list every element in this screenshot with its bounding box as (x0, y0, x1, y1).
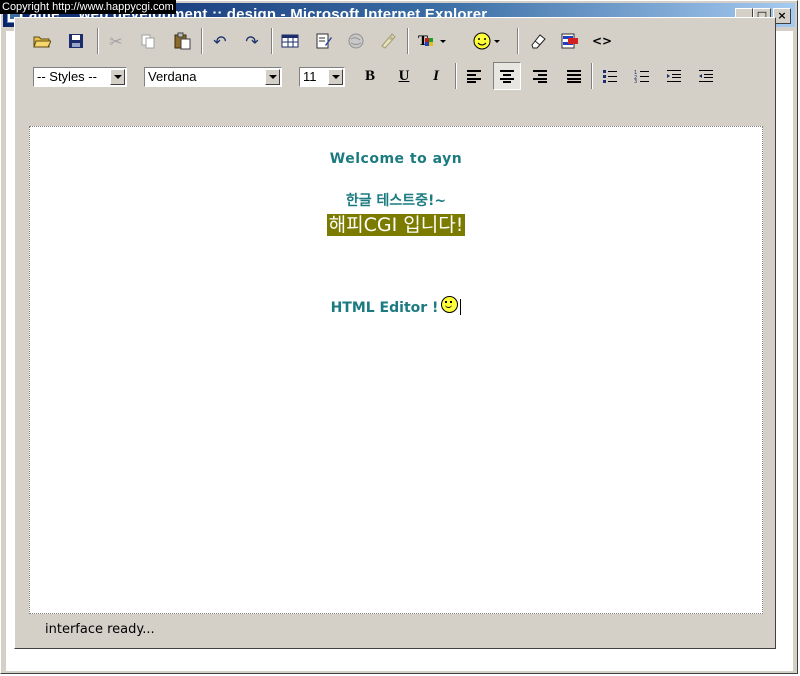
status-bar: interface ready... (29, 618, 763, 642)
source-code-icon[interactable]: <> (591, 30, 613, 52)
align-left-icon[interactable] (463, 65, 485, 87)
toolbar-separator (271, 28, 273, 54)
highlighted-line: 해피CGI 입니다! (30, 210, 762, 237)
cut-icon[interactable]: ✂ (105, 30, 127, 52)
toolbar-row-2: -- Styles -- Verdana 11 B U I 1 2 3 (15, 61, 755, 91)
bullet-list-icon[interactable] (599, 65, 621, 87)
font-select[interactable]: Verdana (144, 67, 282, 87)
svg-text:3: 3 (634, 79, 637, 83)
font-select-value: Verdana (148, 69, 197, 84)
toolbar-separator (97, 28, 99, 54)
size-select[interactable]: 11 (299, 67, 345, 87)
styles-select-value: -- Styles -- (37, 69, 97, 84)
undo-icon[interactable]: ↶ (209, 30, 231, 52)
chevron-down-icon[interactable] (328, 69, 343, 85)
paste-icon[interactable] (171, 30, 193, 52)
chevron-down-icon[interactable] (110, 69, 125, 85)
welcome-text: Welcome to ayn (329, 151, 463, 167)
align-right-icon[interactable] (529, 65, 551, 87)
strike-special-icon[interactable] (559, 30, 581, 52)
korean-test-text: 한글 테스트중!~ (345, 193, 447, 209)
chevron-down-icon[interactable] (265, 69, 280, 85)
bold-button[interactable]: B (359, 65, 381, 87)
indent-icon[interactable] (663, 65, 685, 87)
open-folder-icon[interactable] (31, 30, 53, 52)
toolbar-separator (591, 63, 593, 89)
copy-icon[interactable] (137, 30, 159, 52)
smiley-icon[interactable] (471, 30, 505, 52)
outdent-icon[interactable] (695, 65, 717, 87)
table-icon[interactable] (279, 30, 301, 52)
toolbar-separator (407, 28, 409, 54)
copyright-overlay: Copyright http://www.happycgi.com (0, 0, 176, 14)
toolbar-separator (517, 28, 519, 54)
italic-button[interactable]: I (425, 65, 447, 87)
html-editor-line: HTML Editor ! (30, 296, 762, 316)
globe-icon[interactable] (345, 30, 367, 52)
align-center-icon[interactable] (493, 62, 521, 90)
image-insert-icon[interactable] (377, 30, 399, 52)
form-edit-icon[interactable] (313, 30, 335, 52)
status-text: interface ready... (45, 622, 155, 637)
numbered-list-icon[interactable]: 123 (631, 65, 653, 87)
size-select-value: 11 (303, 69, 317, 84)
eraser-icon[interactable] (527, 30, 549, 52)
redo-icon[interactable]: ↷ (241, 30, 263, 52)
justify-icon[interactable] (563, 65, 585, 87)
styles-select[interactable]: -- Styles -- (33, 67, 127, 87)
html-editor-text: HTML Editor ! (330, 300, 439, 316)
toolbar-row-1: ✂ ↶ ↷ T <> (15, 26, 755, 56)
text-caret (460, 299, 462, 315)
text-color-icon[interactable]: T (415, 30, 449, 52)
smiley-face-icon (441, 296, 459, 313)
editor-content-area[interactable]: Welcome to ayn 한글 테스트중!~ 해피CGI 입니다! HTML… (29, 126, 763, 614)
toolbar-separator (455, 63, 457, 89)
highlighted-text: 해피CGI 입니다! (326, 214, 466, 236)
toolbar-separator (201, 28, 203, 54)
underline-button[interactable]: U (393, 65, 415, 87)
save-icon[interactable] (65, 30, 87, 52)
